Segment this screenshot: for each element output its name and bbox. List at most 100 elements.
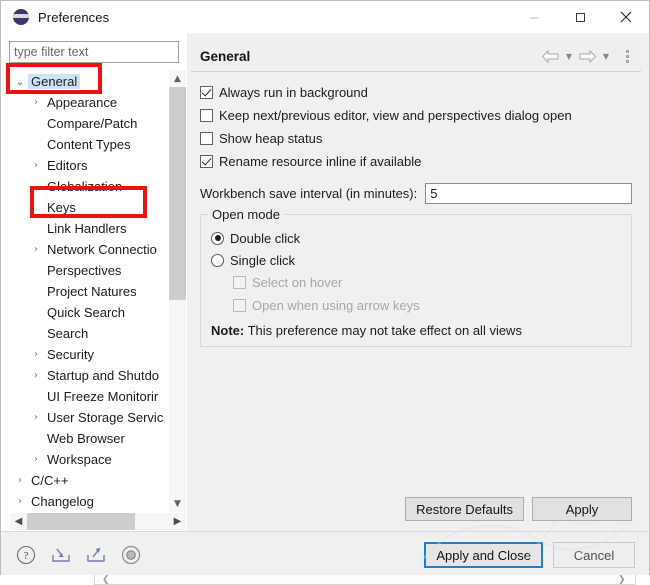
maximize-button[interactable] [557,1,603,33]
title-bar: Preferences [1,1,649,33]
background-strip: ❮ ❯ [0,575,650,585]
tree-item-project-natures[interactable]: Project Natures [10,281,168,302]
preferences-tree-container: ⌄General›Appearance Compare/Patch Conten… [9,69,187,531]
tree-item-quick-search[interactable]: Quick Search [10,302,168,323]
tree-item-general[interactable]: ⌄General [10,71,168,92]
tree-indent-spacer [28,182,44,192]
workbench-save-interval-input[interactable]: 5 [425,183,632,204]
chevron-right-icon[interactable]: › [28,371,44,381]
tree-item-globalization[interactable]: Globalization [10,176,168,197]
scroll-right-icon[interactable]: ▶ [169,513,186,530]
chevron-right-icon[interactable]: › [28,98,44,108]
horizontal-scroll-thumb[interactable] [27,513,135,530]
preferences-tree[interactable]: ⌄General›Appearance Compare/Patch Conten… [10,70,168,512]
checkbox-row-open-when-using-arrow-keys: Open when using arrow keys [233,294,631,317]
export-icon[interactable] [85,544,107,566]
checkbox-row-rename-resource-inline-if-available[interactable]: Rename resource inline if available [200,150,641,173]
tree-item-editors[interactable]: ›Editors [10,155,168,176]
tree-item-link-handlers[interactable]: Link Handlers [10,218,168,239]
checkbox-label: Open when using arrow keys [252,298,420,313]
chevron-right-icon[interactable]: › [28,413,44,423]
cancel-button[interactable]: Cancel [553,542,635,568]
dialog-content: type filter text ⌄General›Appearance Com… [1,33,649,531]
chevron-right-icon[interactable]: › [12,476,28,486]
checkbox-icon[interactable] [200,132,213,145]
chevron-right-icon[interactable]: › [12,497,28,507]
tree-item-perspectives[interactable]: Perspectives [10,260,168,281]
tree-indent-spacer [28,203,44,213]
radio-row-double-click[interactable]: Double click [211,227,631,249]
tree-item-appearance[interactable]: ›Appearance [10,92,168,113]
open-mode-note-prefix: Note: [211,323,244,338]
help-icon[interactable]: ? [15,544,37,566]
tree-item-web-browser[interactable]: Web Browser [10,428,168,449]
tree-item-startup-and-shutdo[interactable]: ›Startup and Shutdo [10,365,168,386]
tree-item-label: Web Browser [44,431,128,446]
radio-icon[interactable] [211,254,224,267]
tree-horizontal-scrollbar[interactable]: ◀ ▶ [10,512,186,530]
tree-item-label: UI Freeze Monitorir [44,389,161,404]
checkbox-row-keep-next-previous-editor-view-and-persp[interactable]: Keep next/previous editor, view and pers… [200,104,641,127]
back-dropdown-chevron-down-icon[interactable]: ▼ [562,46,576,66]
tree-item-changelog[interactable]: ›Changelog [10,491,168,512]
workbench-save-interval-value: 5 [430,186,437,201]
checkbox-icon [233,276,246,289]
checkbox-icon[interactable] [200,86,213,99]
tree-item-content-types[interactable]: Content Types [10,134,168,155]
scroll-down-icon[interactable]: ▼ [169,495,186,512]
tree-item-c-c[interactable]: ›C/C++ [10,470,168,491]
vertical-scroll-thumb[interactable] [169,87,186,300]
tree-item-compare-patch[interactable]: Compare/Patch [10,113,168,134]
restore-defaults-button[interactable]: Restore Defaults [405,497,524,521]
tree-item-security[interactable]: ›Security [10,344,168,365]
tree-item-label: Project Natures [44,284,140,299]
tree-item-ui-freeze-monitorir[interactable]: UI Freeze Monitorir [10,386,168,407]
chevron-right-icon[interactable]: › [28,455,44,465]
tree-item-network-connectio[interactable]: ›Network Connectio [10,239,168,260]
footer-button-group: Apply and Close Cancel [424,542,635,568]
minimize-button[interactable] [511,1,557,33]
apply-button[interactable]: Apply [532,497,632,521]
apply-and-close-button[interactable]: Apply and Close [424,542,543,568]
checkbox-row-show-heap-status[interactable]: Show heap status [200,127,641,150]
import-icon[interactable] [50,544,72,566]
chevron-right-icon[interactable]: › [28,350,44,360]
tree-indent-spacer [28,140,44,150]
tree-item-keys[interactable]: Keys [10,197,168,218]
filter-input[interactable]: type filter text [9,41,179,63]
forward-arrow-icon[interactable] [578,49,597,64]
back-arrow-icon[interactable] [541,49,560,64]
tree-item-label: Content Types [44,137,134,152]
tree-item-search[interactable]: Search [10,323,168,344]
checkbox-icon[interactable] [200,109,213,122]
page-title: General [200,49,250,64]
forward-dropdown-chevron-down-icon[interactable]: ▼ [599,46,613,66]
checkbox-icon[interactable] [200,155,213,168]
chevron-right-icon[interactable]: › [28,161,44,171]
radio-icon[interactable] [211,232,224,245]
tree-vertical-scrollbar[interactable]: ▲ ▼ [168,70,186,512]
page-header: General ▼ ▼ [191,41,641,72]
tree-item-user-storage-servic[interactable]: ›User Storage Servic [10,407,168,428]
tree-item-label: Perspectives [44,263,124,278]
tree-item-label: C/C++ [28,473,72,488]
background-panel [94,575,636,585]
checkbox-label: Show heap status [219,131,322,146]
chevron-down-icon[interactable]: ⌄ [12,76,28,87]
tree-item-label: User Storage Servic [44,410,166,425]
open-mode-note: Note: This preference may not take effec… [211,323,631,338]
close-button[interactable] [603,1,649,33]
tree-item-workspace[interactable]: ›Workspace [10,449,168,470]
tree-item-label: General [28,74,80,89]
scroll-up-icon[interactable]: ▲ [169,70,186,87]
tree-indent-spacer [28,329,44,339]
tree-item-label: Startup and Shutdo [44,368,162,383]
scroll-left-icon[interactable]: ◀ [10,513,27,530]
tree-item-label: Workspace [44,452,115,467]
vertical-dots-icon[interactable] [619,46,635,66]
chevron-right-icon[interactable]: › [28,245,44,255]
radio-row-single-click[interactable]: Single click [211,249,631,271]
checkbox-row-always-run-in-background[interactable]: Always run in background [200,81,641,104]
checkbox-label: Keep next/previous editor, view and pers… [219,108,572,123]
record-icon[interactable] [120,544,142,566]
